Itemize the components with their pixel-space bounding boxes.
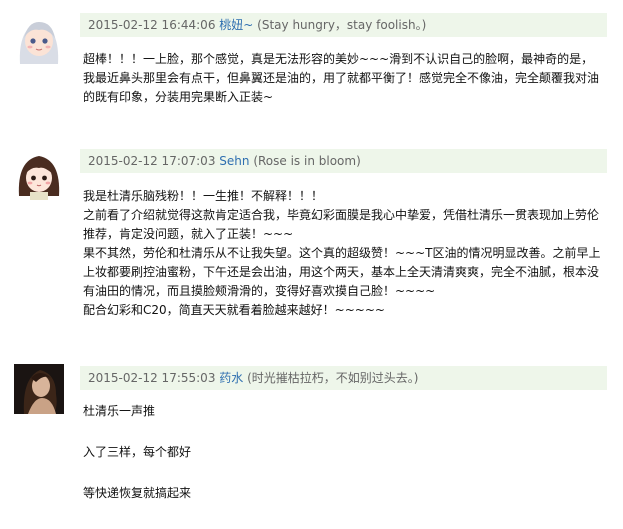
comment-date: 2015-02-12 17:55:03 [88,371,216,385]
comment-signature: (时光摧枯拉朽，不如别过头去。) [247,371,419,385]
comment-body: 超棒！！！一上脸，那个感觉，真是无法形容的美妙~~~滑到不认识自己的脸啊，最神奇… [83,50,605,107]
comment-paragraph: 等快递恢复就搞起来 [83,486,192,500]
comment-date: 2015-02-12 17:07:03 [88,154,216,168]
comment-signature: (Stay hungry，stay foolish。) [257,18,427,32]
comment-paragraph: 入了三样，每个都好 [83,445,192,459]
comment-signature: (Rose is in bloom) [253,154,361,168]
avatar[interactable] [14,14,64,64]
comment-username[interactable]: 药水 [219,371,243,385]
comment-date: 2015-02-12 16:44:06 [88,18,216,32]
comment-paragraph: 我是杜清乐脑残粉！！一生推！不解释！！！ [83,189,324,203]
comment-username[interactable]: 桃妞~ [219,18,253,32]
avatar[interactable] [14,364,64,414]
comment-meta: 2015-02-12 17:07:03 Sehn (Rose is in blo… [80,149,607,173]
comment-body: 杜清乐一声推 入了三样，每个都好 等快递恢复就搞起来 [83,402,605,503]
dark-photo-woman-avatar-icon [14,364,64,414]
cartoon-girl-silver-hair-avatar-icon [14,14,64,64]
comment-body: 我是杜清乐脑残粉！！一生推！不解释！！！ 之前看了介绍就觉得这款肯定适合我，毕竟… [83,187,605,320]
cartoon-girl-brown-hair-avatar-icon [14,150,64,200]
comment-username[interactable]: Sehn [219,154,249,168]
comment-paragraph: 之前看了介绍就觉得这款肯定适合我，毕竟幻彩面膜是我心中挚爱，凭借杜清乐一贯表现加… [83,208,600,241]
avatar[interactable] [14,150,64,200]
comment-meta: 2015-02-12 17:55:03 药水 (时光摧枯拉朽，不如别过头去。) [80,366,607,390]
comment-meta: 2015-02-12 16:44:06 桃妞~ (Stay hungry，sta… [80,13,607,37]
comment-paragraph: 杜清乐一声推 [83,404,156,418]
comment-paragraph: 超棒！！！一上脸，那个感觉，真是无法形容的美妙~~~滑到不认识自己的脸啊，最神奇… [83,52,600,104]
comment-paragraph: 配合幻彩和C20，简直天天就看着脸越来越好！~~~~~ [83,303,385,317]
comment-paragraph: 果不其然，劳伦和杜清乐从不让我失望。这个真的超级赞！~~~T区油的情况明显改善。… [83,246,601,298]
